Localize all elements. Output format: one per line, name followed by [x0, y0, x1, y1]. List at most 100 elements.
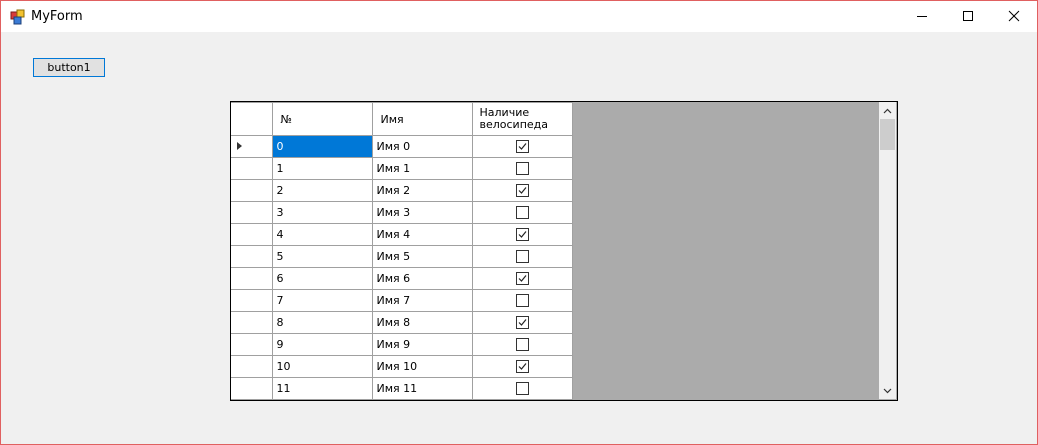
table-row[interactable]: 7 Имя 7: [231, 289, 573, 312]
check-icon: [518, 319, 526, 327]
row-header[interactable]: [231, 333, 273, 356]
current-row-arrow-icon: [237, 142, 242, 150]
checkbox-checked[interactable]: [515, 228, 529, 242]
cell-bike: [471, 377, 573, 400]
button1[interactable]: button1: [33, 58, 105, 77]
cell-name[interactable]: Имя 0: [371, 135, 473, 158]
cell-bike: [471, 355, 573, 378]
checkbox-checked[interactable]: [515, 316, 529, 330]
table-row[interactable]: 3 Имя 3: [231, 201, 573, 224]
cell-name[interactable]: Имя 1: [371, 157, 473, 180]
table-row[interactable]: 11 Имя 11: [231, 377, 573, 400]
maximize-button[interactable]: [945, 1, 991, 32]
app-icon: [10, 9, 25, 25]
table-row[interactable]: 0 Имя 0: [231, 135, 573, 158]
row-header[interactable]: [231, 355, 273, 378]
table-row[interactable]: 4 Имя 4: [231, 223, 573, 246]
checkbox-unchecked[interactable]: [515, 338, 529, 352]
scroll-up-button[interactable]: [879, 102, 896, 119]
cell-num[interactable]: 2: [271, 179, 373, 202]
checkbox-checked[interactable]: [515, 184, 529, 198]
check-icon: [518, 231, 526, 239]
cell-name[interactable]: Имя 6: [371, 267, 473, 290]
cell-name[interactable]: Имя 3: [371, 201, 473, 224]
checkbox-unchecked[interactable]: [515, 250, 529, 264]
close-button[interactable]: [991, 1, 1037, 32]
row-header[interactable]: [231, 377, 273, 400]
cell-bike: [471, 311, 573, 334]
row-header-corner[interactable]: [231, 102, 273, 136]
cell-num[interactable]: 1: [271, 157, 373, 180]
maximize-icon: [963, 11, 973, 21]
checkbox-unchecked[interactable]: [515, 162, 529, 176]
table-row[interactable]: 9 Имя 9: [231, 333, 573, 356]
check-icon: [518, 275, 526, 283]
table-row[interactable]: 5 Имя 5: [231, 245, 573, 268]
row-header[interactable]: [231, 135, 273, 158]
row-header[interactable]: [231, 223, 273, 246]
cell-num[interactable]: 0: [271, 135, 373, 158]
row-header[interactable]: [231, 267, 273, 290]
checkbox-checked[interactable]: [515, 360, 529, 374]
window-title: MyForm: [31, 9, 83, 24]
table-row[interactable]: 2 Имя 2: [231, 179, 573, 202]
column-header-name[interactable]: Имя: [371, 102, 473, 136]
cell-bike: [471, 157, 573, 180]
data-grid-view[interactable]: № Имя Наличие велосипеда 0 Имя 0 1 Имя 1 2 Им…: [230, 101, 898, 401]
cell-bike: [471, 245, 573, 268]
cell-name[interactable]: Имя 5: [371, 245, 473, 268]
row-header[interactable]: [231, 311, 273, 334]
checkbox-unchecked[interactable]: [515, 382, 529, 396]
cell-bike: [471, 135, 573, 158]
cell-bike: [471, 289, 573, 312]
cell-num[interactable]: 6: [271, 267, 373, 290]
checkbox-checked[interactable]: [515, 140, 529, 154]
table-row[interactable]: 8 Имя 8: [231, 311, 573, 334]
vertical-scrollbar[interactable]: [879, 102, 896, 399]
checkbox-unchecked[interactable]: [515, 206, 529, 220]
cell-name[interactable]: Имя 10: [371, 355, 473, 378]
cell-num[interactable]: 3: [271, 201, 373, 224]
row-header[interactable]: [231, 289, 273, 312]
minimize-button[interactable]: [899, 1, 945, 32]
table-row[interactable]: 1 Имя 1: [231, 157, 573, 180]
cell-bike: [471, 333, 573, 356]
close-icon: [1008, 10, 1020, 22]
scroll-down-button[interactable]: [879, 382, 896, 399]
row-header[interactable]: [231, 245, 273, 268]
cell-num[interactable]: 10: [271, 355, 373, 378]
cell-bike: [471, 201, 573, 224]
check-icon: [518, 143, 526, 151]
cell-name[interactable]: Имя 4: [371, 223, 473, 246]
title-bar[interactable]: MyForm: [1, 1, 1037, 32]
cell-name[interactable]: Имя 11: [371, 377, 473, 400]
check-icon: [518, 187, 526, 195]
column-header-bike[interactable]: Наличие велосипеда: [471, 102, 573, 136]
cell-num[interactable]: 5: [271, 245, 373, 268]
cell-bike: [471, 267, 573, 290]
row-header[interactable]: [231, 201, 273, 224]
checkbox-unchecked[interactable]: [515, 294, 529, 308]
minimize-icon: [917, 16, 927, 17]
grid-header-row: № Имя Наличие велосипеда: [231, 102, 573, 136]
checkbox-checked[interactable]: [515, 272, 529, 286]
cell-bike: [471, 179, 573, 202]
scroll-thumb[interactable]: [880, 119, 895, 150]
chevron-up-icon: [883, 108, 892, 114]
cell-name[interactable]: Имя 9: [371, 333, 473, 356]
table-row[interactable]: 10 Имя 10: [231, 355, 573, 378]
cell-name[interactable]: Имя 8: [371, 311, 473, 334]
column-header-num[interactable]: №: [271, 102, 373, 136]
row-header[interactable]: [231, 179, 273, 202]
cell-num[interactable]: 4: [271, 223, 373, 246]
cell-bike: [471, 223, 573, 246]
chevron-down-icon: [883, 388, 892, 394]
cell-name[interactable]: Имя 2: [371, 179, 473, 202]
cell-num[interactable]: 8: [271, 311, 373, 334]
row-header[interactable]: [231, 157, 273, 180]
cell-name[interactable]: Имя 7: [371, 289, 473, 312]
cell-num[interactable]: 7: [271, 289, 373, 312]
cell-num[interactable]: 11: [271, 377, 373, 400]
cell-num[interactable]: 9: [271, 333, 373, 356]
table-row[interactable]: 6 Имя 6: [231, 267, 573, 290]
